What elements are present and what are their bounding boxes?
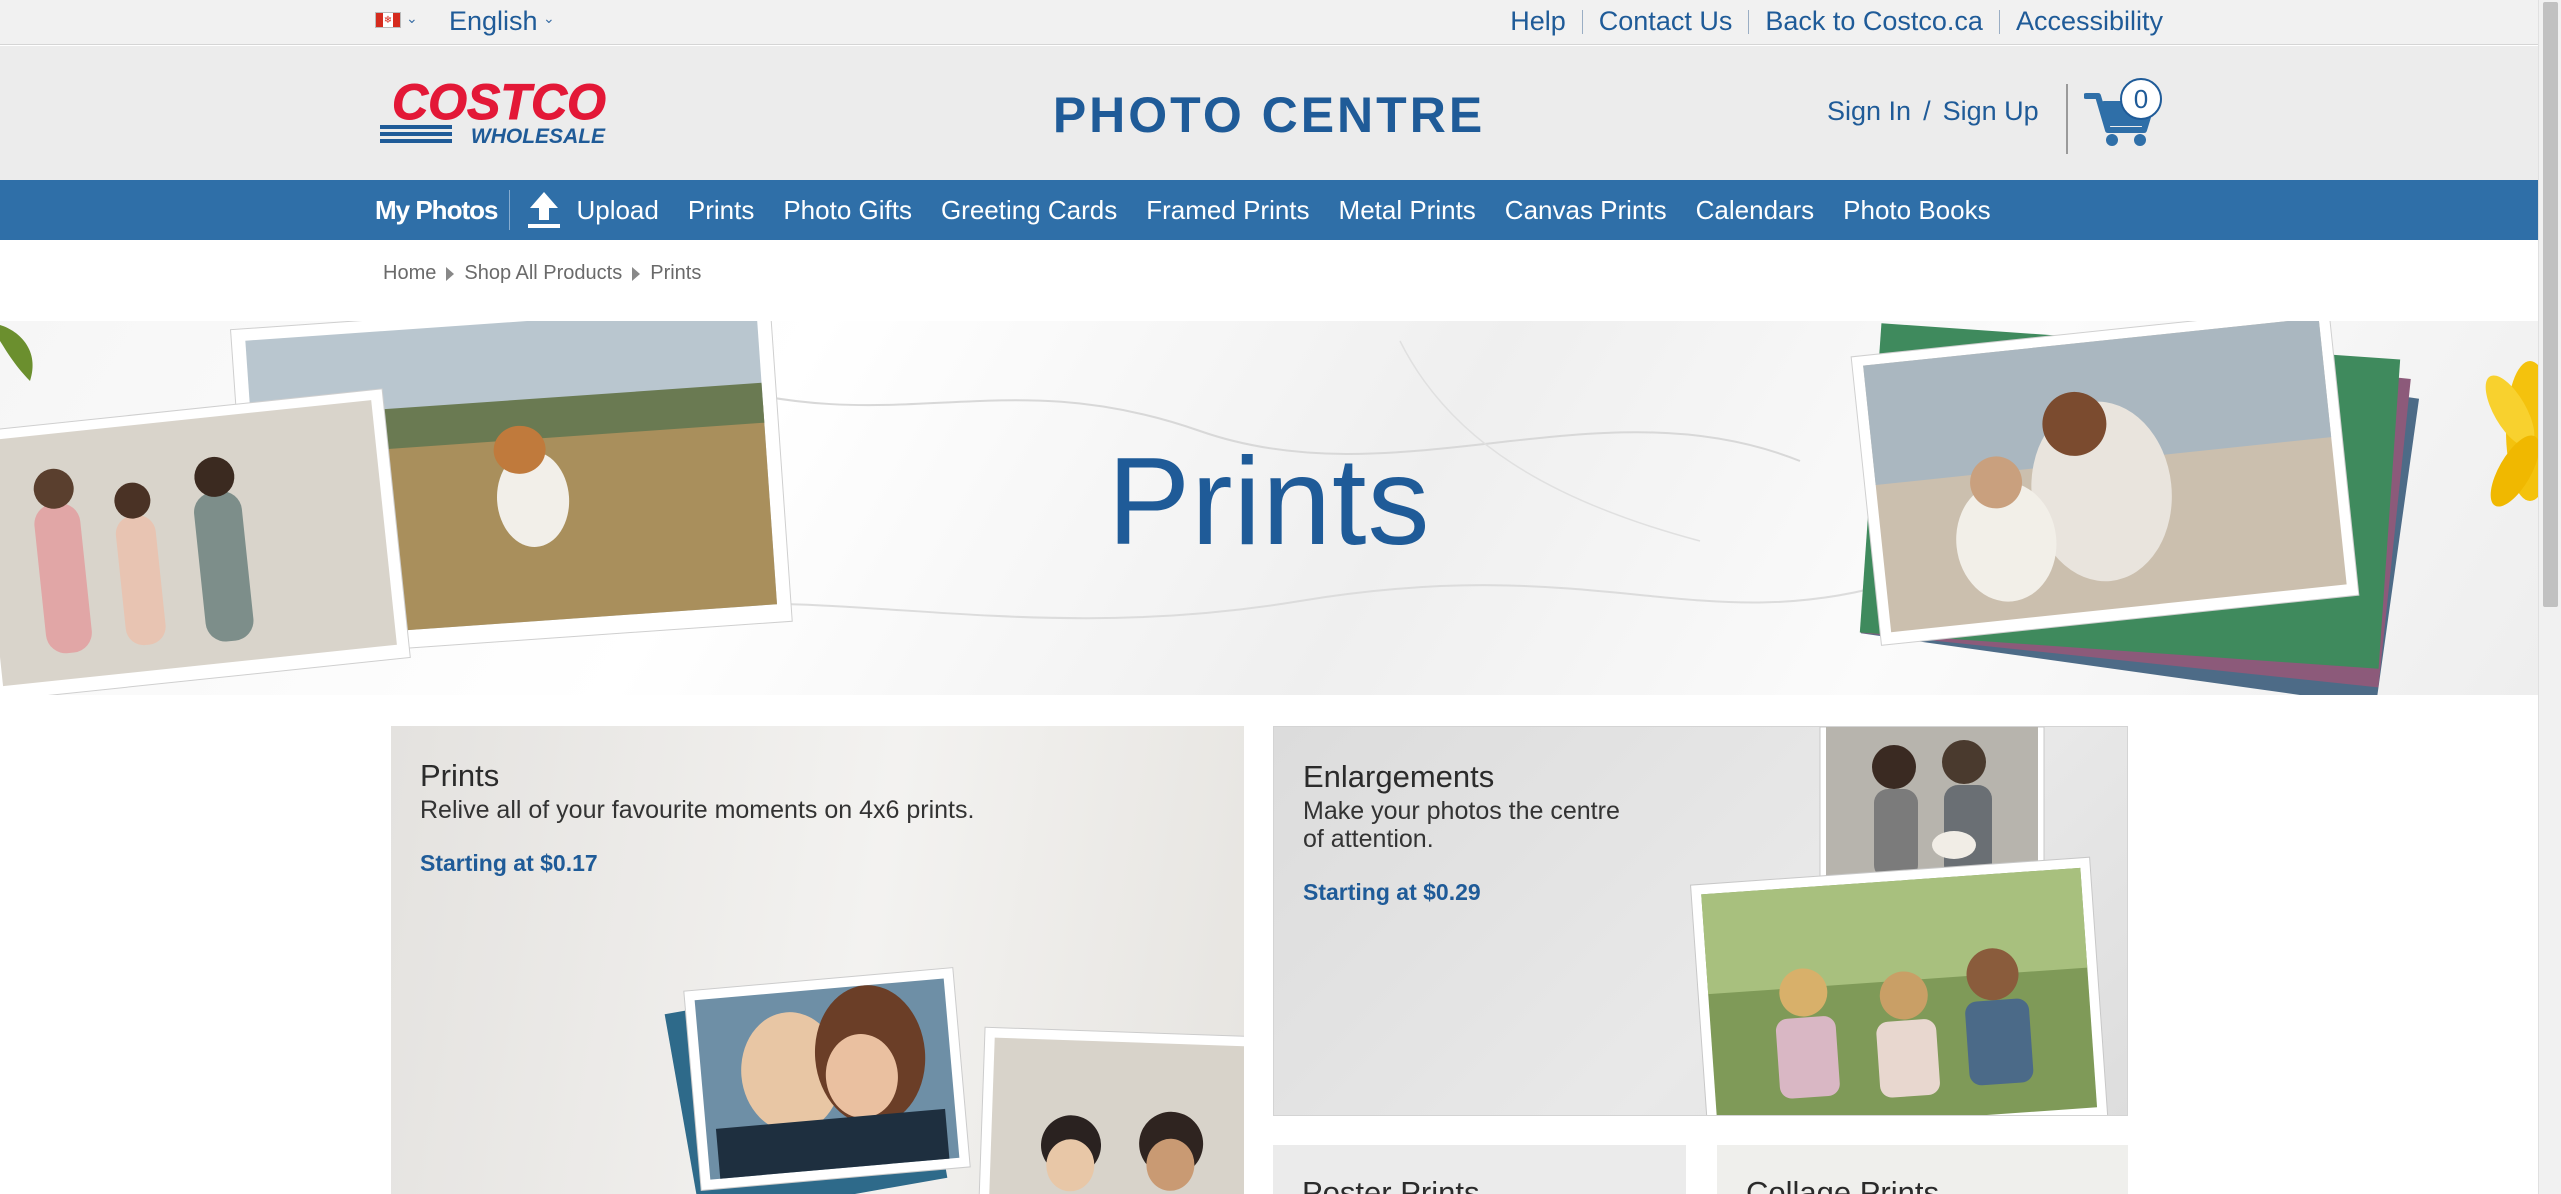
nav-metal-prints[interactable]: Metal Prints [1339,195,1476,226]
divider [509,190,511,230]
hero-banner: Prints [0,321,2538,695]
breadcrumb-home[interactable]: Home [383,262,436,285]
nav-photo-books[interactable]: Photo Books [1843,195,1990,226]
nav-greeting-cards[interactable]: Greeting Cards [941,195,1117,226]
divider [1998,9,2000,34]
breadcrumb-arrow-icon [632,266,641,281]
auth-links: Sign In / Sign Up [1827,96,2039,127]
poster-prints-tile[interactable]: Poster Prints [1273,1145,1686,1194]
canada-flag-icon[interactable]: ❄ [375,12,401,28]
prints-tile-photos [664,967,1244,1194]
utility-links: Help Contact Us Back to Costco.ca Access… [1510,6,2163,37]
nav-my-photos[interactable]: My Photos [375,195,498,226]
site-header: COSTCO WHOLESALE PHOTO CENTRE Sign In / … [0,46,2538,180]
page-scrollbar[interactable] [2538,0,2561,1194]
nav-photo-gifts[interactable]: Photo Gifts [783,195,912,226]
divider [1581,9,1583,34]
nav-canvas-prints[interactable]: Canvas Prints [1505,195,1667,226]
enlargements-tile[interactable]: Enlargements Make your photos the centre… [1273,726,2128,1116]
sign-up-link[interactable]: Sign Up [1943,96,2039,127]
cart-count-badge[interactable]: 0 [2120,78,2162,120]
chevron-down-icon[interactable]: ⌄ [543,10,555,27]
auth-separator: / [1923,96,1931,126]
main-nav: My Photos Upload Prints Photo Gifts Gree… [0,180,2538,240]
nav-upload[interactable]: Upload [576,195,658,226]
tile-title: Poster Prints [1302,1175,1480,1194]
breadcrumb-arrow-icon [446,266,455,281]
breadcrumb-shop-all[interactable]: Shop All Products [464,262,622,285]
collage-prints-tile[interactable]: Collage Prints [1717,1145,2128,1194]
utility-bar: ❄ ⌄ English ⌄ Help Contact Us Back to Co… [0,0,2538,45]
kids-outdoor-photo [1690,856,2109,1115]
breadcrumb-current: Prints [650,262,702,284]
nav-calendars[interactable]: Calendars [1696,195,1815,226]
scrollbar-thumb[interactable] [2543,2,2558,607]
sign-in-link[interactable]: Sign In [1827,96,1911,127]
divider [2066,84,2068,154]
nav-prints[interactable]: Prints [688,195,754,226]
upload-icon[interactable] [526,190,562,230]
divider [1748,9,1750,34]
language-selector[interactable]: English [449,6,538,37]
enlargements-tile-photos [1690,727,2109,1115]
breadcrumb: Home Shop All Products Prints [383,262,701,285]
contact-us-link[interactable]: Contact Us [1599,6,1733,37]
nav-framed-prints[interactable]: Framed Prints [1146,195,1309,226]
back-to-costco-link[interactable]: Back to Costco.ca [1765,6,1983,37]
accessibility-link[interactable]: Accessibility [2016,6,2163,37]
leaf-decoration [0,325,33,381]
hero-title: Prints [1107,433,1431,571]
help-link[interactable]: Help [1510,6,1566,37]
prints-tile[interactable]: Prints Relive all of your favourite mome… [391,726,1244,1194]
chevron-down-icon[interactable]: ⌄ [406,10,418,27]
tile-title: Collage Prints [1746,1175,1939,1194]
